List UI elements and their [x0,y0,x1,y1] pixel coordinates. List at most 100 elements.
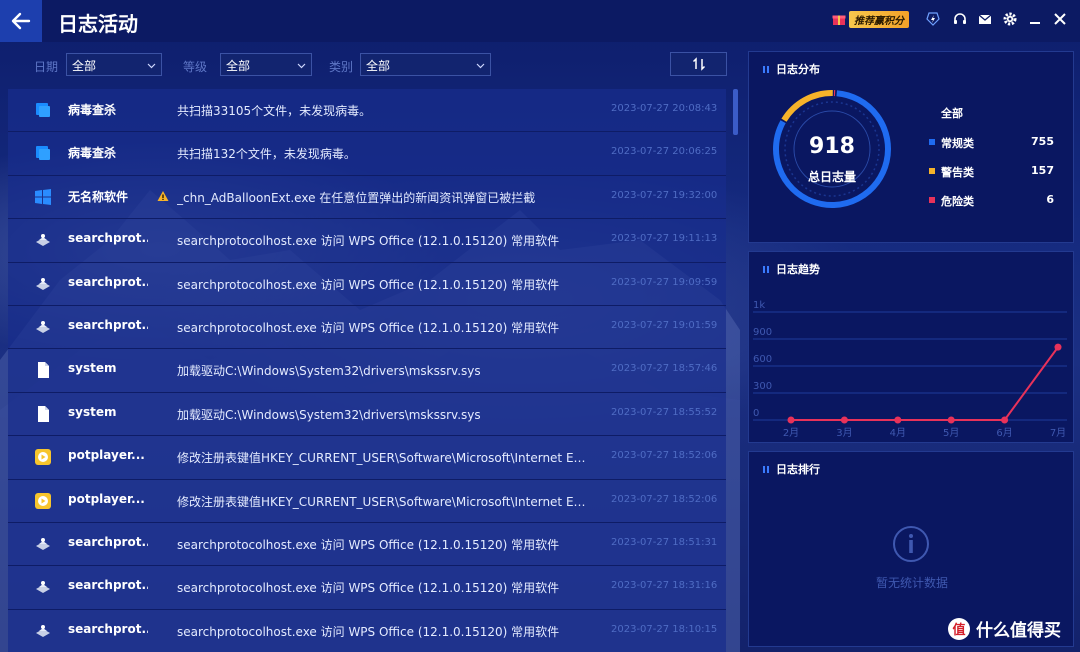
log-row[interactable]: 无名称软件 _chn_AdBalloonExt.exe 在任意位置弹出的新闻资讯弹… [8,175,726,220]
log-source-name: searchprot... [68,621,148,636]
total-label: 总日志量 [807,170,856,184]
log-list: 病毒查杀 共扫描33105个文件，未发现病毒。 2023-07-27 20:08:4… [8,89,728,652]
log-message: searchprotocolhost.exe 访问 WPS Office (12… [177,624,560,639]
log-timestamp: 2023-07-27 18:55:52 [611,406,718,418]
log-source-name: 无名称软件 [68,189,129,204]
trend-line-chart: 0 300 600 900 1k 2月 3月 4月 5月 6月 7月 [753,300,1067,439]
title-marker-icon [763,465,769,473]
ranking-title-wrap: 日志排行 [763,461,820,477]
log-message: searchprotocolhost.exe 访问 WPS Office (12… [177,234,560,249]
log-source-name: 病毒查杀 [68,103,117,117]
x-tick-label: 2月 [783,427,799,439]
title-marker-icon [763,265,769,273]
log-message: 修改注册表键值HKEY_CURRENT_USER\Software\Micros… [177,451,587,466]
legend-label: 警告类 [941,166,974,179]
log-message: _chn_AdBalloonExt.exe 在任意位置弹出的新闻资讯弹窗已被拦截 [177,190,536,205]
log-timestamp: 2023-07-27 18:51:31 [611,536,718,548]
trend-data-point[interactable] [1001,416,1009,424]
x-tick-label: 6月 [996,427,1012,439]
log-row[interactable]: searchprot... searchprotocolhost.exe 访问 W… [8,219,726,263]
trend-panel: 日志趋势 0 300 600 900 1k 2月 3月 4月 5月 6月 7月 [748,251,1074,443]
log-source-name: system [68,404,117,419]
legend-label: 常规类 [941,137,974,150]
legend-value: 755 [1031,135,1054,148]
log-message: 共扫描132个文件，未发现病毒。 [177,147,356,162]
trend-data-point[interactable] [1054,343,1062,351]
trend-data-point[interactable] [840,416,848,424]
log-row[interactable]: searchprot... searchprotocolhost.exe 访问 W… [8,305,726,350]
back-button[interactable] [0,0,42,42]
promo-badge[interactable]: 推荐赢积分 [832,10,909,28]
log-message: 修改注册表键值HKEY_CURRENT_USER\Software\Micros… [177,494,587,509]
log-message: searchprotocolhost.exe 访问 WPS Office (12… [177,537,560,552]
headset-icon[interactable] [952,11,968,27]
mail-icon[interactable] [977,11,993,27]
legend-dot [929,139,935,145]
sort-toggle-button[interactable] [670,52,727,76]
log-row[interactable]: searchprot... searchprotocolhost.exe 访问 W… [8,609,726,652]
scrollbar-thumb[interactable] [733,89,738,135]
network-process-icon [34,578,52,596]
close-icon[interactable] [1052,11,1068,27]
info-icon [893,526,929,562]
trend-data-point[interactable] [787,416,795,424]
log-row[interactable]: searchprot... searchprotocolhost.exe 访问 W… [8,262,726,306]
gear-icon[interactable] [1002,11,1018,27]
log-message: searchprotocolhost.exe 访问 WPS Office (12… [177,581,560,596]
scrollbar[interactable] [733,89,738,649]
y-tick-label: 1k [753,300,765,311]
potplayer-icon [34,448,52,466]
log-row[interactable]: 病毒查杀 共扫描132个文件，未发现病毒。 2023-07-27 20:06:25 [8,132,726,176]
log-row[interactable]: 病毒查杀 共扫描33105个文件，未发现病毒。 2023-07-27 20:08:4… [8,89,726,133]
filter-category-label: 类别 [329,60,354,74]
filter-category-value: 全部 [366,59,391,73]
log-row[interactable]: searchprot... searchprotocolhost.exe 访问 W… [8,566,726,610]
log-row[interactable]: potplayer... 修改注册表键值HKEY_CURRENT_USER\Sof… [8,436,726,480]
gift-icon [832,15,846,25]
log-message: searchprotocolhost.exe 访问 WPS Office (12… [177,320,560,335]
network-process-icon [34,275,52,293]
x-tick-label: 4月 [890,427,906,439]
lightning-icon[interactable] [925,11,941,27]
log-row[interactable]: potplayer... 修改注册表键值HKEY_CURRENT_USER\Sof… [8,479,726,523]
log-source-name: potplayer... [68,448,145,463]
filter-date-label: 日期 [34,60,59,74]
log-source-name: system [68,361,117,376]
log-timestamp: 2023-07-27 19:01:59 [611,319,718,331]
network-process-icon [34,622,52,640]
trend-title: 日志趋势 [776,263,820,276]
log-source-name: searchprot... [68,231,148,246]
watermark: 值 什么值得买 [948,616,1061,641]
potplayer-icon [34,492,52,510]
antivirus-scan-icon [34,101,52,119]
file-icon [34,361,52,379]
ranking-title: 日志排行 [776,463,820,476]
log-timestamp: 2023-07-27 19:09:59 [611,276,718,288]
distribution-panel: 日志分布 918 总日志量 全部 常规类 755 警告类 157 危险类 6 [748,51,1074,243]
chevron-down-icon [476,63,485,69]
donut-segment [781,90,833,122]
antivirus-scan-icon [34,144,52,162]
page-title: 日志活动 [58,12,138,36]
log-source-name: searchprot... [68,578,148,593]
minimize-icon[interactable] [1027,11,1043,27]
filter-date-select[interactable]: 全部 [66,53,162,76]
chevron-down-icon [147,63,156,69]
y-tick-label: 0 [753,408,759,419]
trend-data-point[interactable] [947,416,955,424]
filter-category-select[interactable]: 全部 [360,53,491,76]
log-timestamp: 2023-07-27 19:32:00 [611,189,718,201]
log-row[interactable]: system 加载驱动C:\Windows\System32\drivers\ms… [8,392,726,437]
warning-icon [157,190,169,201]
log-row[interactable]: system 加载驱动C:\Windows\System32\drivers\ms… [8,349,726,393]
log-message: 加载驱动C:\Windows\System32\drivers\mskssrv.… [177,364,481,379]
title-marker-icon [763,65,769,73]
trend-data-point[interactable] [894,416,902,424]
log-row[interactable]: searchprot... searchprotocolhost.exe 访问 W… [8,522,726,567]
filter-level-label: 等级 [183,60,208,74]
log-timestamp: 2023-07-27 18:31:16 [611,580,718,592]
filter-level-value: 全部 [226,59,251,73]
legend-dot [929,197,935,203]
filter-level-select[interactable]: 全部 [220,53,312,76]
file-icon [34,405,52,423]
